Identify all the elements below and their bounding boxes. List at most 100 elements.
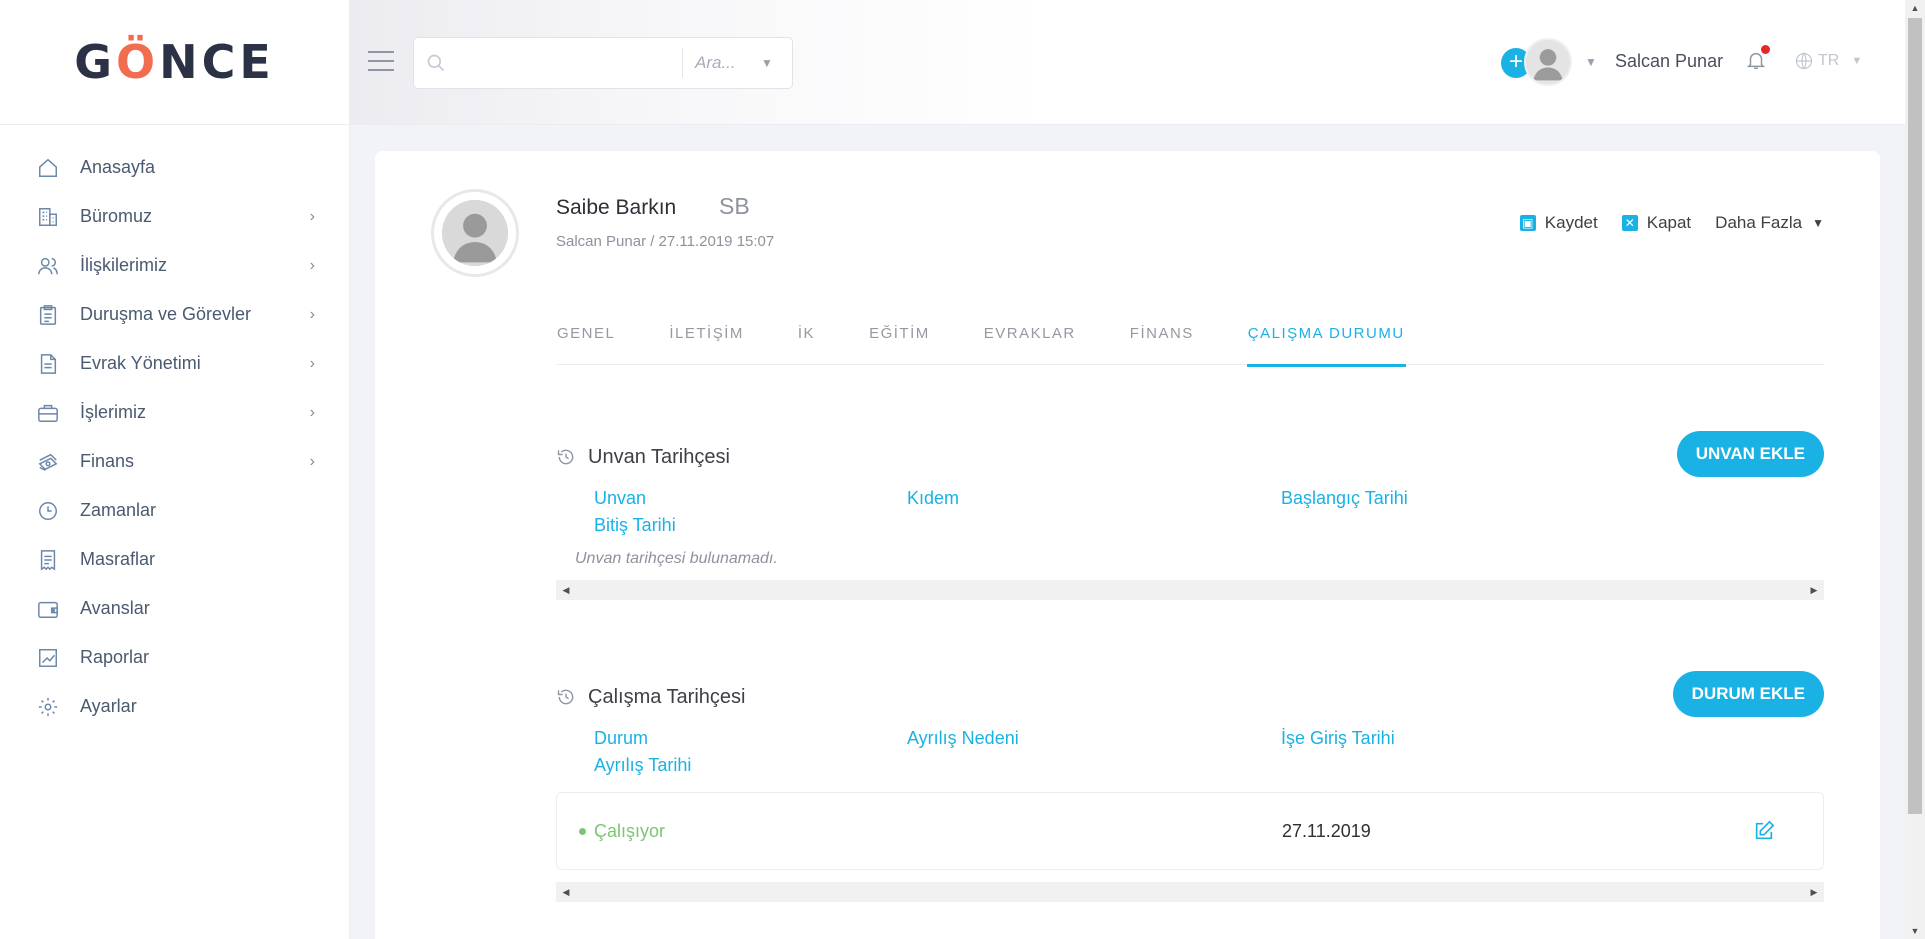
scroll-right-icon[interactable]: ▶ bbox=[1806, 580, 1822, 600]
user-name[interactable]: Salcan Punar bbox=[1615, 51, 1723, 72]
sidebar-item-label: Avanslar bbox=[80, 598, 150, 618]
avatar[interactable] bbox=[1524, 38, 1572, 86]
logo-mark-icon: Ö bbox=[115, 35, 160, 89]
tab-finans[interactable]: FİNANS bbox=[1129, 321, 1195, 365]
logo-text-start: G bbox=[74, 35, 116, 89]
clipboard-icon bbox=[36, 303, 60, 327]
search-icon bbox=[414, 53, 458, 73]
tab-evraklar[interactable]: EVRAKLAR bbox=[983, 321, 1077, 365]
edit-icon[interactable] bbox=[1753, 820, 1775, 842]
sidebar-item-label: Anasayfa bbox=[80, 157, 156, 177]
sidebar-item-label: Ayarlar bbox=[80, 696, 137, 716]
tab-genel[interactable]: GENEL bbox=[556, 321, 616, 365]
sidebar-item-avanslar[interactable]: Avanslar bbox=[0, 584, 349, 633]
employee-initials: SB bbox=[719, 193, 750, 219]
language-selector[interactable]: TR ▼ bbox=[1794, 51, 1862, 71]
scroll-down-icon[interactable]: ▼ bbox=[1905, 923, 1925, 939]
save-label: Kaydet bbox=[1544, 213, 1598, 232]
scroll-left-icon[interactable]: ◀ bbox=[558, 882, 574, 902]
tab-calisma-durumu[interactable]: ÇALIŞMA DURUMU bbox=[1246, 321, 1406, 367]
history-icon bbox=[557, 689, 574, 705]
sidebar-item-label: Zamanlar bbox=[80, 500, 157, 520]
sidebar-item-label: Masraflar bbox=[80, 549, 156, 569]
home-icon bbox=[36, 156, 60, 180]
chevron-right-icon: › bbox=[309, 256, 315, 274]
page-scrollbar[interactable]: ▲ ▼ bbox=[1905, 0, 1925, 939]
chevron-right-icon: › bbox=[309, 403, 315, 421]
scroll-right-icon[interactable]: ▶ bbox=[1806, 882, 1822, 902]
notification-bell-icon[interactable] bbox=[1745, 45, 1770, 74]
employee-card: Saibe Barkın SB Salcan Punar / 27.11.201… bbox=[375, 151, 1880, 939]
sidebar-item-islerimiz[interactable]: İşlerimiz › bbox=[0, 388, 349, 437]
section-title-text: Çalışma Tarihçesi bbox=[588, 685, 746, 708]
column-headers: Unvan Kıdem Başlangıç Tarihi Bitiş Tarih… bbox=[556, 488, 1824, 542]
caret-down-icon[interactable]: ▼ bbox=[1585, 55, 1597, 69]
save-button[interactable]: ▣ Kaydet bbox=[1519, 213, 1598, 233]
scrollbar-thumb[interactable] bbox=[1908, 18, 1922, 814]
users-icon bbox=[36, 254, 60, 278]
money-icon bbox=[36, 450, 60, 474]
status-text: Çalışıyor bbox=[594, 821, 666, 841]
sidebar-item-buromuz[interactable]: Büromuz › bbox=[0, 192, 349, 241]
column-header-kidem[interactable]: Kıdem bbox=[907, 488, 959, 509]
logo[interactable]: GÖNCE bbox=[74, 35, 275, 89]
add-title-button[interactable]: UNVAN EKLE bbox=[1676, 431, 1824, 477]
search-input[interactable] bbox=[458, 43, 678, 83]
sidebar-item-label: Duruşma ve Görevler bbox=[80, 304, 252, 324]
column-header-unvan[interactable]: Unvan bbox=[594, 488, 646, 509]
section-title: Çalışma Tarihçesi bbox=[556, 682, 1824, 712]
sidebar-item-label: İlişkilerimiz bbox=[80, 255, 167, 275]
horizontal-scrollbar[interactable]: ◀ ▶ bbox=[556, 882, 1824, 902]
caret-down-icon[interactable]: ▼ bbox=[761, 56, 773, 70]
start-date: 27.11.2019 bbox=[1282, 821, 1371, 841]
sidebar-item-iliskilerimiz[interactable]: İlişkilerimiz › bbox=[0, 241, 349, 290]
employee-name: Saibe Barkın bbox=[556, 196, 677, 219]
tab-iletisim[interactable]: İLETİŞİM bbox=[668, 321, 745, 365]
column-header-ise-giris-tarihi[interactable]: İşe Giriş Tarihi bbox=[1281, 728, 1395, 749]
tab-egitim[interactable]: EĞİTİM bbox=[868, 321, 931, 365]
clock-icon bbox=[36, 499, 60, 523]
tab-ik[interactable]: İK bbox=[797, 321, 816, 365]
sidebar-menu: Anasayfa Büromuz › İlişkilerimiz › Duruş… bbox=[0, 125, 349, 731]
column-header-ayrilis-tarihi[interactable]: Ayrılış Tarihi bbox=[594, 755, 691, 776]
caret-down-icon: ▼ bbox=[1851, 55, 1863, 67]
scroll-left-icon[interactable]: ◀ bbox=[558, 580, 574, 600]
save-icon: ▣ bbox=[1519, 215, 1536, 231]
column-header-ayrilis-nedeni[interactable]: Ayrılış Nedeni bbox=[907, 728, 1019, 749]
sidebar-item-durusma[interactable]: Duruşma ve Görevler › bbox=[0, 290, 349, 339]
sidebar-item-label: Büromuz bbox=[80, 206, 153, 226]
sidebar-item-evrak[interactable]: Evrak Yönetimi › bbox=[0, 339, 349, 388]
sidebar-item-finans[interactable]: Finans › bbox=[0, 437, 349, 486]
briefcase-icon bbox=[36, 401, 60, 425]
sidebar-item-zamanlar[interactable]: Zamanlar bbox=[0, 486, 349, 535]
status-badge: Çalışıyor bbox=[579, 821, 665, 842]
history-icon bbox=[557, 449, 574, 465]
logo-text-end: NCE bbox=[159, 35, 275, 89]
language-code: TR bbox=[1818, 52, 1840, 69]
caret-down-icon: ▼ bbox=[1812, 216, 1824, 230]
add-status-button[interactable]: DURUM EKLE bbox=[1672, 671, 1824, 717]
column-header-durum[interactable]: Durum bbox=[594, 728, 648, 749]
sidebar-item-raporlar[interactable]: Raporlar bbox=[0, 633, 349, 682]
brand[interactable]: GÖNCE bbox=[0, 0, 349, 125]
sidebar-item-label: İşlerimiz bbox=[80, 402, 146, 422]
sidebar-item-ayarlar[interactable]: Ayarlar bbox=[0, 682, 349, 731]
column-header-baslangic-tarihi[interactable]: Başlangıç Tarihi bbox=[1281, 488, 1408, 509]
gear-icon bbox=[36, 695, 60, 719]
close-label: Kapat bbox=[1646, 213, 1692, 232]
horizontal-scrollbar[interactable]: ◀ ▶ bbox=[556, 580, 1824, 600]
column-header-bitis-tarihi[interactable]: Bitiş Tarihi bbox=[594, 515, 676, 536]
section-title: Unvan Tarihçesi bbox=[556, 442, 1824, 472]
empty-message: Unvan tarihçesi bulunamadı. bbox=[575, 550, 778, 567]
sidebar-item-anasayfa[interactable]: Anasayfa bbox=[0, 143, 349, 192]
more-dropdown[interactable]: Daha Fazla ▼ bbox=[1715, 213, 1824, 233]
sidebar-item-masraflar[interactable]: Masraflar bbox=[0, 535, 349, 584]
work-history-section: Çalışma Tarihçesi DURUM EKLE Durum Ayrıl… bbox=[556, 671, 1824, 902]
receipt-icon bbox=[36, 548, 60, 572]
search-divider bbox=[682, 48, 683, 78]
scroll-up-icon[interactable]: ▲ bbox=[1905, 0, 1925, 16]
menu-toggle-icon[interactable] bbox=[368, 51, 394, 71]
profile-avatar[interactable] bbox=[431, 189, 519, 277]
search-scope-select[interactable]: Ara... bbox=[695, 53, 755, 73]
close-button[interactable]: ✕ Kapat bbox=[1621, 213, 1692, 233]
